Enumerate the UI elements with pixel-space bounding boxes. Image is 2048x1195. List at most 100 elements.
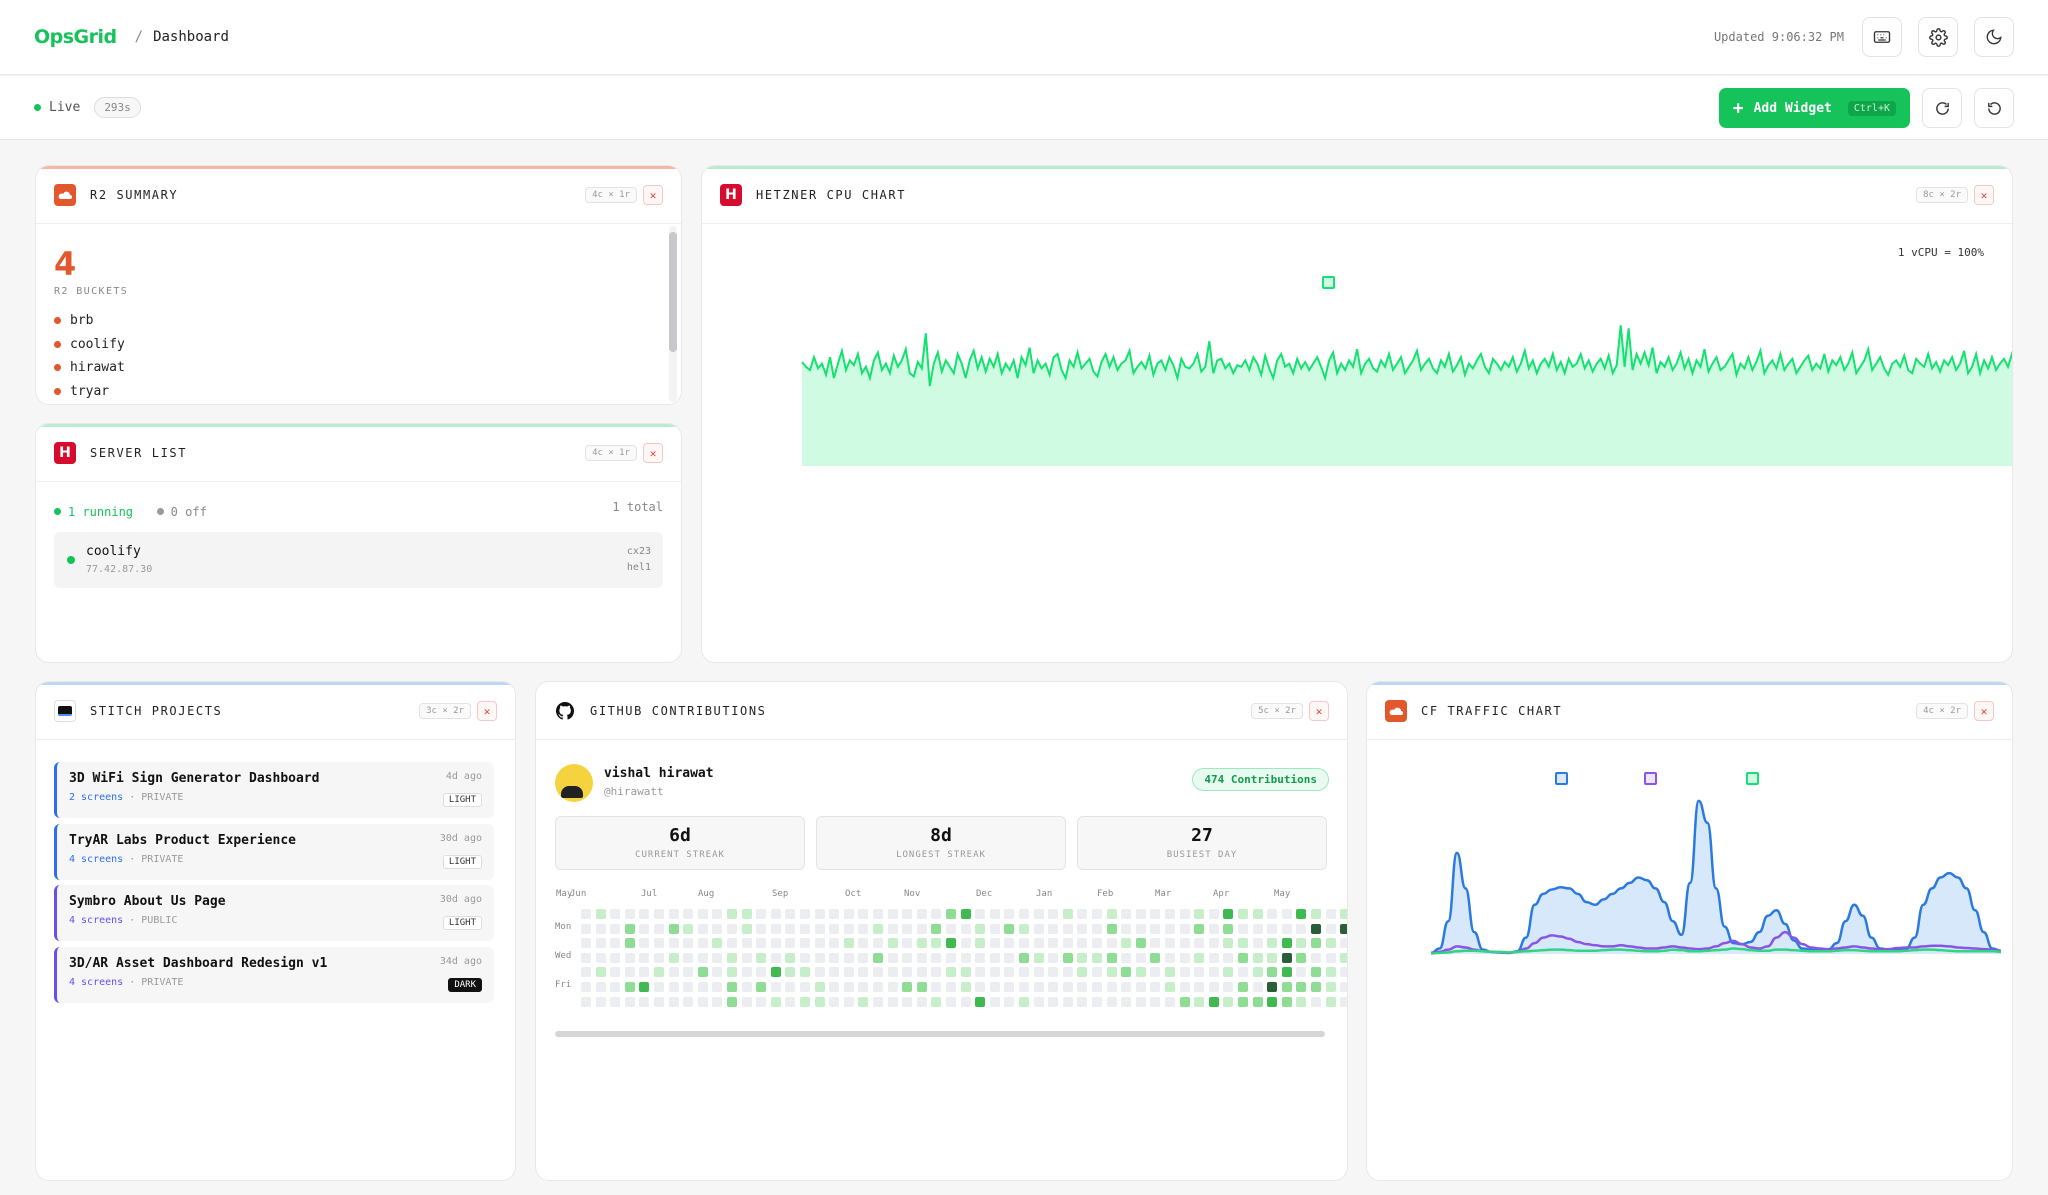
contribution-cell[interactable] (1092, 909, 1102, 919)
contribution-cell[interactable] (1311, 982, 1321, 992)
contribution-cell[interactable] (1019, 909, 1029, 919)
contribution-cell[interactable] (610, 982, 621, 992)
contribution-cell[interactable] (887, 938, 898, 949)
avatar[interactable] (555, 764, 593, 802)
contribution-cell[interactable] (1194, 982, 1205, 992)
contribution-cell[interactable] (624, 909, 635, 919)
reset-layout-button[interactable] (1974, 88, 2014, 128)
contribution-cell[interactable] (1179, 909, 1190, 919)
contribution-cell[interactable] (931, 952, 942, 963)
contribution-cell[interactable] (931, 938, 942, 949)
contribution-cell[interactable] (610, 967, 621, 978)
contribution-cell[interactable] (654, 952, 664, 963)
contribution-cell[interactable] (683, 909, 694, 919)
contribution-cell[interactable] (1048, 967, 1059, 978)
contribution-cell[interactable] (931, 909, 942, 919)
contribution-cell[interactable] (1004, 982, 1015, 992)
contribution-cell[interactable] (668, 952, 679, 963)
contribution-cell[interactable] (916, 923, 927, 934)
contribution-cell[interactable] (1252, 909, 1263, 919)
contribution-cell[interactable] (668, 982, 679, 992)
contribution-cell[interactable] (727, 938, 737, 949)
contribution-cell[interactable] (1340, 923, 1347, 934)
contribution-cell[interactable] (668, 923, 679, 934)
contribution-cell[interactable] (1267, 909, 1278, 919)
contribution-cell[interactable] (785, 909, 796, 919)
contribution-cell[interactable] (581, 996, 591, 1007)
contribution-cell[interactable] (1062, 952, 1073, 963)
contribution-cell[interactable] (1106, 909, 1117, 919)
contribution-cell[interactable] (887, 952, 898, 963)
contribution-cell[interactable] (654, 967, 664, 978)
contribution-cell[interactable] (1267, 982, 1278, 992)
contribution-cell[interactable] (1208, 938, 1219, 949)
contribution-cell[interactable] (1311, 923, 1321, 934)
contribution-cell[interactable] (756, 982, 767, 992)
remove-widget-button[interactable]: ✕ (1309, 701, 1329, 721)
contribution-cell[interactable] (712, 923, 723, 934)
contribution-cell[interactable] (1194, 909, 1205, 919)
widget-size-badge[interactable]: 4c × 1r (585, 445, 637, 461)
contribution-cell[interactable] (887, 982, 898, 992)
add-widget-button[interactable]: + Add Widget Ctrl+K (1718, 88, 1910, 128)
contribution-cell[interactable] (1179, 982, 1190, 992)
contribution-cell[interactable] (1121, 996, 1132, 1007)
project-item[interactable]: 3D/AR Asset Dashboard Redesign v1 4 scree… (54, 946, 494, 1003)
github-user-name[interactable]: vishal hirawat (604, 766, 714, 781)
contribution-cell[interactable] (800, 938, 810, 949)
remove-widget-button[interactable]: ✕ (643, 185, 663, 205)
contribution-cell[interactable] (989, 938, 1000, 949)
contribution-cell[interactable] (1267, 996, 1278, 1007)
contribution-cell[interactable] (800, 967, 810, 978)
contribution-cell[interactable] (1048, 923, 1059, 934)
contribution-cell[interactable] (727, 996, 737, 1007)
widget-header[interactable]: H HETZNER CPU CHART 8c × 2r ✕ (702, 166, 2012, 224)
contribution-cell[interactable] (1106, 952, 1117, 963)
contribution-cell[interactable] (697, 967, 708, 978)
contribution-cell[interactable] (887, 996, 898, 1007)
contribution-cell[interactable] (975, 938, 986, 949)
contribution-cell[interactable] (654, 909, 664, 919)
contribution-cell[interactable] (1281, 938, 1292, 949)
contribution-cell[interactable] (785, 952, 796, 963)
contribution-cell[interactable] (1004, 909, 1015, 919)
contribution-cell[interactable] (1106, 996, 1117, 1007)
contribution-cell[interactable] (1092, 952, 1102, 963)
contribution-cell[interactable] (1238, 923, 1248, 934)
contribution-cell[interactable] (1048, 938, 1059, 949)
contribution-cell[interactable] (1267, 923, 1278, 934)
settings-button[interactable] (1918, 17, 1958, 57)
contribution-cell[interactable] (727, 967, 737, 978)
contribution-cell[interactable] (1296, 996, 1307, 1007)
bucket-item[interactable]: coolify (54, 333, 663, 357)
contribution-cell[interactable] (727, 923, 737, 934)
contribution-cell[interactable] (1135, 938, 1146, 949)
contribution-cell[interactable] (946, 982, 956, 992)
contribution-cell[interactable] (1092, 938, 1102, 949)
contribution-cell[interactable] (858, 938, 869, 949)
contribution-cell[interactable] (1150, 938, 1161, 949)
contribution-cell[interactable] (770, 909, 781, 919)
contribution-cell[interactable] (756, 909, 767, 919)
contribution-cell[interactable] (1238, 952, 1248, 963)
contribution-cell[interactable] (770, 923, 781, 934)
contribution-cell[interactable] (1150, 982, 1161, 992)
contribution-cell[interactable] (1223, 938, 1234, 949)
contribution-cell[interactable] (1135, 909, 1146, 919)
contribution-cell[interactable] (1150, 923, 1161, 934)
contribution-cell[interactable] (1165, 982, 1175, 992)
widget-size-badge[interactable]: 8c × 2r (1916, 187, 1968, 203)
contribution-cell[interactable] (1019, 982, 1029, 992)
contribution-cell[interactable] (1121, 952, 1132, 963)
contribution-cell[interactable] (1135, 967, 1146, 978)
contribution-cell[interactable] (1311, 909, 1321, 919)
contribution-cell[interactable] (1281, 967, 1292, 978)
remove-widget-button[interactable]: ✕ (477, 701, 497, 721)
legend-swatch-series-1[interactable] (1555, 772, 1568, 785)
contribution-cell[interactable] (1296, 967, 1307, 978)
contribution-cell[interactable] (1135, 923, 1146, 934)
contribution-cell[interactable] (785, 938, 796, 949)
contribution-cell[interactable] (595, 952, 606, 963)
contribution-cell[interactable] (1135, 952, 1146, 963)
contribution-cell[interactable] (581, 967, 591, 978)
